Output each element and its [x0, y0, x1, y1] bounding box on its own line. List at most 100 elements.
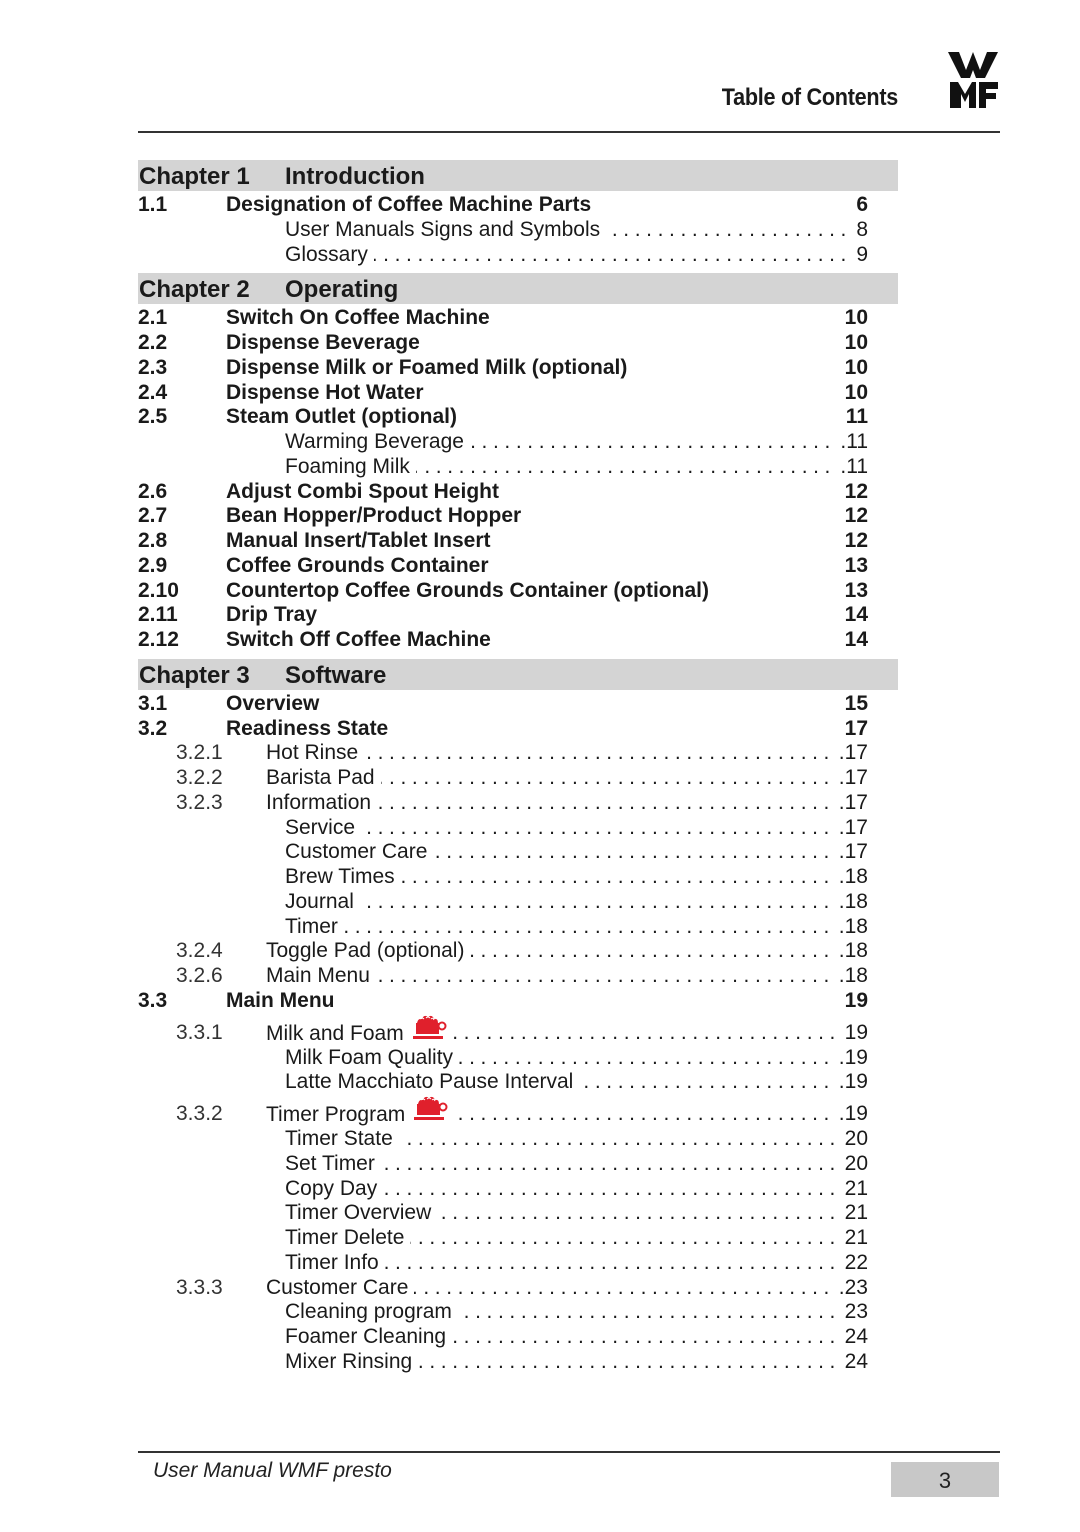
toc-entry[interactable]: Set Timer...............................… [138, 1152, 898, 1177]
leader-dots: ........................................… [361, 815, 835, 839]
toc-entry[interactable]: 2.6 Adjust Combi Spout Height 12 [138, 480, 898, 505]
toc-entry[interactable]: 2.1 Switch On Coffee Machine 10 [138, 306, 898, 331]
toc-entry[interactable]: 2.5 Steam Outlet (optional) 11 [138, 405, 898, 430]
toc-entry[interactable]: Latte Macchiato Pause Interval..........… [138, 1070, 898, 1095]
page-ref: 21 [844, 1176, 868, 1200]
entry-title: Readiness State [226, 717, 388, 741]
toc-entry[interactable]: 2.2 Dispense Beverage 10 [138, 331, 898, 356]
page-number: 3 [891, 1462, 999, 1497]
footer-divider [138, 1451, 1000, 1453]
entry-title: Cleaning program [285, 1300, 452, 1324]
toc-entry[interactable]: 3.2.2 Barista Pad........................… [138, 766, 898, 791]
toc-entry[interactable]: 3.2.1 Hot Rinse..........................… [138, 741, 898, 766]
entry-title-text: Drip Tray [226, 603, 318, 627]
toc-entry[interactable]: 3.3.2 Timer Program......................… [138, 1095, 898, 1127]
toc-entry[interactable]: Timer Overview..........................… [138, 1201, 898, 1226]
toc-entry[interactable]: Service.................................… [138, 816, 898, 841]
entry-title: Coffee Grounds Container [226, 554, 489, 578]
toc-entry[interactable]: 3.3.3 Customer Care......................… [138, 1276, 898, 1301]
toc-entry[interactable]: 2.8 Manual Insert/Tablet Insert 12 [138, 529, 898, 554]
entry-title-text: Main Menu [226, 988, 335, 1012]
footer-document-title: User Manual WMF presto [153, 1459, 392, 1482]
leader-dots: ........................................… [410, 1226, 841, 1249]
page-ref: 6 [856, 193, 868, 216]
toc-entry[interactable]: Brew Times..............................… [138, 865, 898, 890]
toc-entry[interactable]: Warming Beverage........................… [138, 430, 898, 455]
entry-title: User Manuals Signs and Symbols [285, 218, 600, 242]
page-ref: 20 [844, 1127, 868, 1150]
toc-entry[interactable]: 2.3 Dispense Milk or Foamed Milk (optiona… [138, 356, 898, 381]
entry-title: Mixer Rinsing [285, 1350, 412, 1374]
toc-entry[interactable]: Copy Day................................… [138, 1177, 898, 1202]
leader-dots: ........................................… [381, 766, 835, 789]
toc-entry[interactable]: 2.7 Bean Hopper/Product Hopper 12 [138, 504, 898, 529]
toc-entry[interactable]: Customer Care...........................… [138, 840, 898, 865]
leader-dots: ........................................… [344, 914, 835, 938]
entry-title-text: Designation of Coffee Machine Parts [226, 193, 592, 216]
leader-dots: ........................................… [437, 1201, 841, 1225]
toc-entry[interactable]: 2.4 Dispense Hot Water 10 [138, 381, 898, 406]
toc-entry[interactable]: Timer Info..............................… [138, 1251, 898, 1276]
toc-entry[interactable]: 2.12 Switch Off Coffee Machine 14 [138, 628, 898, 653]
section-number: 1.1 [138, 193, 168, 216]
entry-title-text: Timer Program [266, 1103, 406, 1126]
toc-entry[interactable]: 2.11 Drip Tray 14 [138, 603, 898, 628]
toc-entry[interactable]: 2.10 Countertop Coffee Grounds Container … [138, 579, 898, 604]
entry-title-text: Copy Day [285, 1176, 378, 1200]
section-number: 2.2 [138, 331, 168, 354]
entry-title-text: Customer Care [285, 840, 428, 864]
page-ref: 12 [844, 504, 868, 528]
toc-entry[interactable]: 3.3.1 Milk and Foam......................… [138, 1014, 898, 1046]
toc-entry[interactable]: 3.3 Main Menu 19 [138, 989, 898, 1014]
entry-title: Dispense Beverage [226, 331, 420, 355]
chapter-3-entries: 3.1 Overview 15 3.2 Readiness State 17 3.2.1 Ho… [138, 692, 898, 1375]
leader-dots: ........................................… [385, 1250, 841, 1274]
toc-entry[interactable]: 3.2.6 Main Menu..........................… [138, 964, 898, 989]
page-ref: 12 [844, 479, 868, 503]
entry-title: Switch Off Coffee Machine [226, 628, 491, 652]
toc-entry[interactable]: Journal.................................… [138, 890, 898, 915]
entry-title-text: Overview [226, 691, 320, 715]
leader-dots: ........................................… [374, 242, 852, 266]
page-ref: .18 [838, 939, 868, 963]
page-title: Table of Contents [721, 84, 898, 111]
toc-entry[interactable]: Milk Foam Quality.......................… [138, 1046, 898, 1071]
toc-entry[interactable]: 2.9 Coffee Grounds Container 13 [138, 554, 898, 579]
section-number: 2.6 [138, 479, 168, 503]
toc-entry[interactable]: 1.1 Designation of Coffee Machine Parts 6 [138, 193, 898, 218]
section-number: 2.12 [138, 628, 179, 651]
entry-title-text: User Manuals Signs and Symbols [285, 217, 601, 241]
entry-title: Latte Macchiato Pause Interval [285, 1070, 573, 1094]
entry-title-text: Service [285, 815, 356, 839]
toc-entry[interactable]: 3.1 Overview 15 [138, 692, 898, 717]
toc-entry[interactable]: Foaming Milk............................… [138, 455, 898, 480]
toc-entry[interactable]: 3.2 Readiness State 17 [138, 717, 898, 742]
leader-dots: ........................................… [416, 454, 836, 478]
toc-entry[interactable]: Timer...................................… [138, 915, 898, 940]
toc-entry[interactable]: User Manuals Signs and Symbols..........… [138, 218, 898, 243]
toc-entry[interactable]: Cleaning program........................… [138, 1300, 898, 1325]
toc-entry[interactable]: Glossary................................… [138, 243, 898, 268]
page-ref: 22 [844, 1250, 868, 1274]
entry-title-text: Information [266, 790, 372, 814]
toc-entry[interactable]: 3.2.3 Information........................… [138, 791, 898, 816]
entry-title-text: Milk and Foam [266, 1021, 404, 1045]
entry-title-text: Journal [285, 889, 354, 913]
section-number: 3.2.2 [176, 766, 223, 789]
entry-title: Dispense Milk or Foamed Milk (optional) [226, 356, 627, 380]
toc-entry[interactable]: Foamer Cleaning.........................… [138, 1325, 898, 1350]
entry-title: Countertop Coffee Grounds Container (opt… [226, 579, 709, 603]
leader-dots: ........................................… [470, 939, 835, 963]
chapter-1-entries: 1.1 Designation of Coffee Machine Parts 6 U… [138, 193, 898, 267]
entry-title-text: Manual Insert/Tablet Insert [226, 529, 491, 552]
toc-entry[interactable]: Timer Delete............................… [138, 1226, 898, 1251]
toc-entry[interactable]: 3.2.4 Toggle Pad (optional)..............… [138, 939, 898, 964]
entry-title-text: Main Menu [266, 964, 370, 987]
page-ref: 11 [845, 405, 868, 429]
toc-entry[interactable]: Mixer Rinsing...........................… [138, 1350, 898, 1375]
entry-title-text: Bean Hopper/Product Hopper [226, 504, 522, 528]
toc-entry[interactable]: Timer State.............................… [138, 1127, 898, 1152]
leader-dots: ........................................… [381, 1151, 841, 1175]
entry-title-text: Timer State [285, 1127, 393, 1150]
entry-title: Steam Outlet (optional) [226, 405, 457, 429]
